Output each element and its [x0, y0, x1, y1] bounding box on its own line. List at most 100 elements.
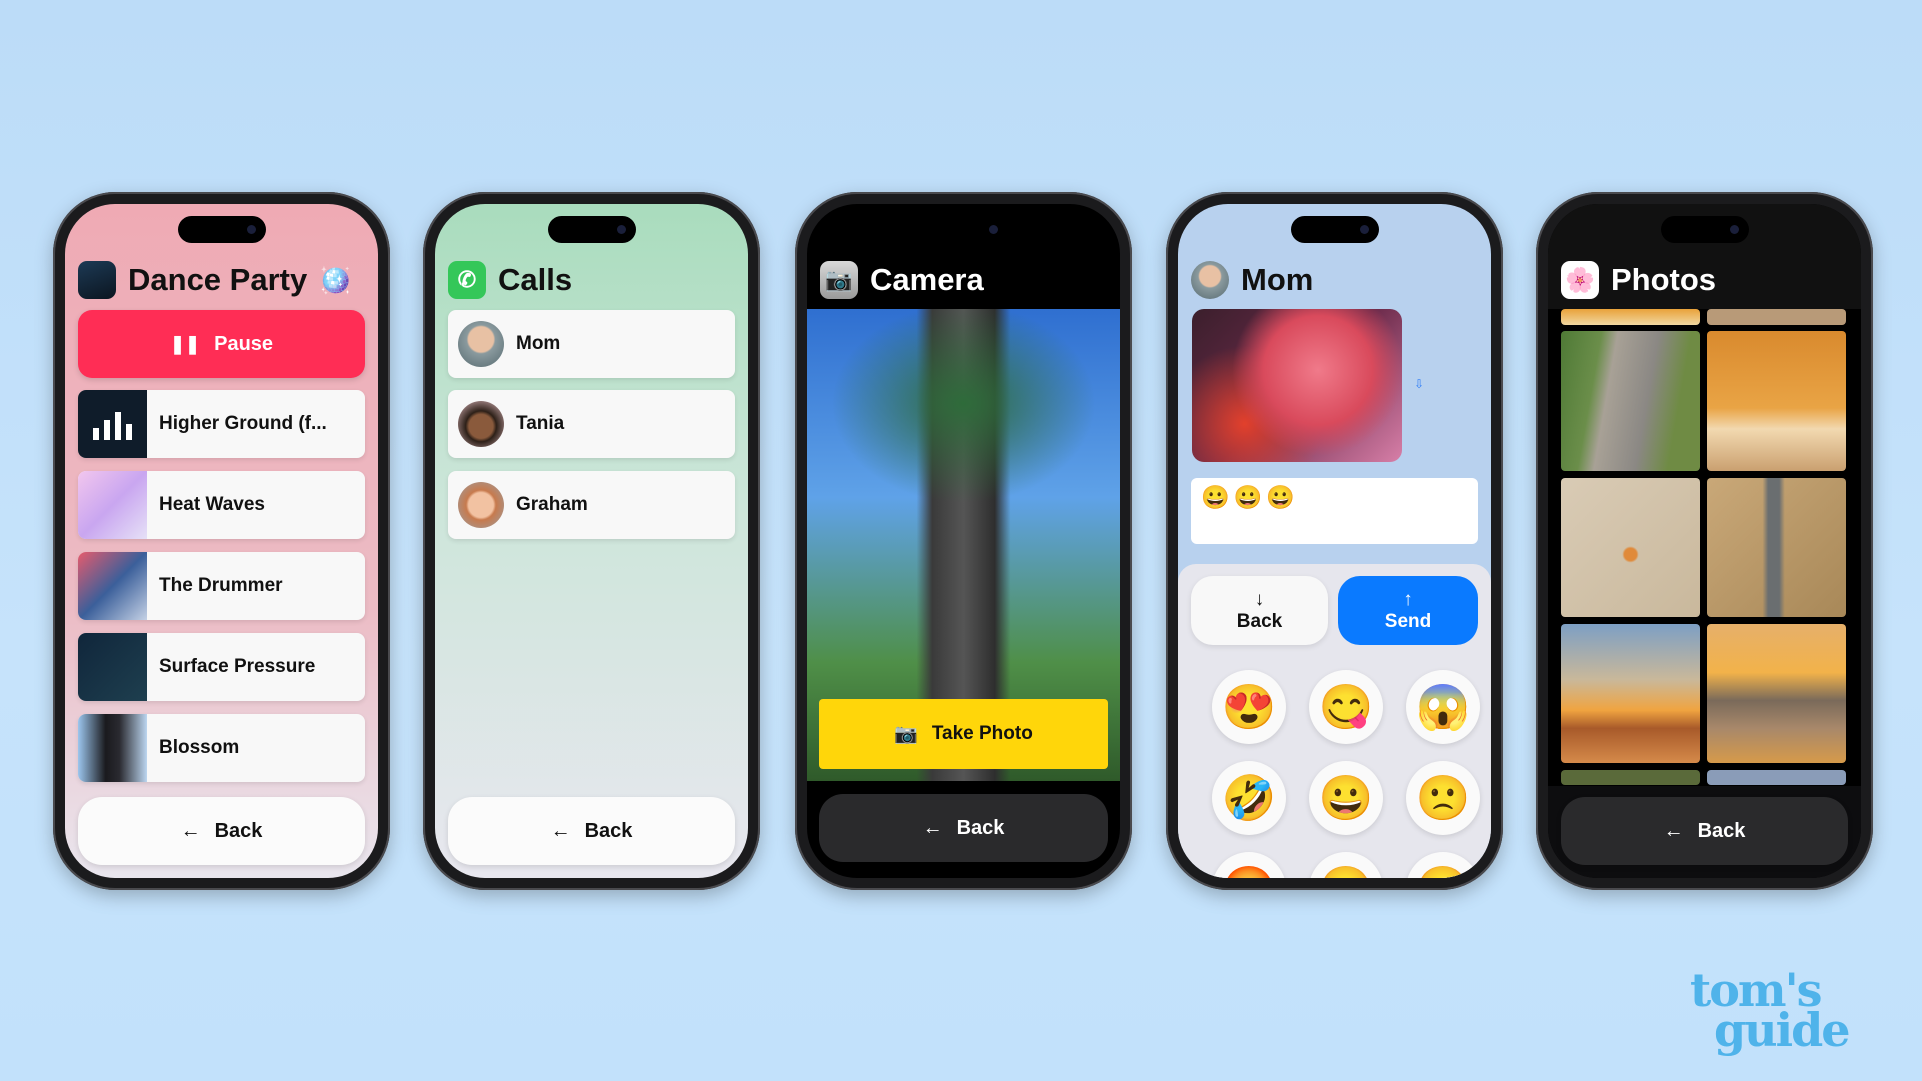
song-title: Heat Waves: [159, 494, 265, 515]
back-button[interactable]: ← Back: [1561, 797, 1848, 865]
calls-screen: ✆ Calls Mom Tania Graham ← Back: [435, 204, 748, 878]
message-input[interactable]: 😀😀😀: [1191, 478, 1478, 544]
music-header: Dance Party 🪩: [78, 260, 352, 300]
back-button[interactable]: ← Back: [78, 797, 365, 865]
now-playing-bars-icon: [78, 390, 147, 458]
contact-name: Graham: [516, 494, 588, 515]
disco-ball-icon: 🪩: [319, 264, 352, 295]
page-title: Calls: [498, 262, 573, 297]
song-title: The Drummer: [159, 575, 283, 596]
photos-app-icon: 🌸: [1561, 261, 1599, 299]
back-button[interactable]: ← Back: [448, 797, 735, 865]
photo-thumbnail[interactable]: [1561, 331, 1700, 471]
back-label: Back: [214, 819, 263, 842]
calls-header: ✆ Calls: [448, 260, 572, 300]
song-row[interactable]: Higher Ground (f...: [78, 390, 365, 458]
song-row[interactable]: Heat Waves: [78, 471, 365, 539]
photo-thumbnail[interactable]: [1561, 309, 1700, 325]
page-title: Photos: [1611, 262, 1717, 297]
back-label: Back: [1697, 819, 1746, 842]
messages-screen: Mom ⇩ 😀😀😀 ↓Back ↑Send 😍 😋 😱 🤣 😀 🙁 😡 😀 😀: [1178, 204, 1491, 878]
contact-row[interactable]: Mom: [448, 310, 735, 378]
take-photo-label: Take Photo: [931, 723, 1033, 744]
album-art: [78, 471, 147, 539]
logo-line-2: guide: [1714, 1003, 1851, 1057]
phone-calls: ✆ Calls Mom Tania Graham ← Back: [423, 192, 760, 890]
photo-thumbnail[interactable]: [1561, 770, 1700, 785]
contact-row[interactable]: Graham: [448, 471, 735, 539]
phone-music: Dance Party 🪩 ❚❚ Pause Higher Ground (f.…: [53, 192, 390, 890]
avatar: [458, 401, 504, 447]
avatar: [458, 321, 504, 367]
dynamic-island: [919, 216, 1008, 243]
page-title: Camera: [870, 262, 984, 297]
send-label: Send: [1384, 610, 1432, 632]
song-row[interactable]: Surface Pressure: [78, 633, 365, 701]
photo-thumbnail[interactable]: [1707, 770, 1846, 785]
photo-thumbnail[interactable]: [1561, 478, 1700, 617]
dynamic-island: [1660, 216, 1749, 243]
photo-thumbnail[interactable]: [1707, 624, 1846, 763]
received-photo[interactable]: [1192, 309, 1402, 462]
toms-guide-logo: tom's guide: [1690, 967, 1851, 1057]
dynamic-island: [1290, 216, 1379, 243]
album-art: [78, 633, 147, 701]
send-button[interactable]: ↑ Send: [1338, 576, 1478, 645]
photo-thumbnail[interactable]: [1707, 309, 1846, 325]
phone-messages: Mom ⇩ 😀😀😀 ↓Back ↑Send 😍 😋 😱 🤣 😀 🙁 😡 😀 😀: [1166, 192, 1503, 890]
arrow-left-icon: ←: [180, 819, 201, 842]
song-title: Blossom: [159, 737, 240, 758]
photos-screen: 🌸 Photos ← Back: [1548, 204, 1861, 878]
emoji-button[interactable]: 😍: [1212, 670, 1286, 744]
dynamic-island: [177, 216, 266, 243]
phone-icon: ✆: [448, 261, 486, 299]
phone-camera: 📷 Camera 📷 Take Photo ← Back: [795, 192, 1132, 890]
take-photo-button[interactable]: 📷 Take Photo: [819, 699, 1108, 769]
contact-name: Mom: [516, 333, 561, 354]
contact-avatar: [1191, 261, 1229, 299]
page-title: Mom: [1241, 262, 1314, 297]
camera-screen: 📷 Camera 📷 Take Photo ← Back: [807, 204, 1120, 878]
pause-label: Pause: [214, 332, 274, 355]
arrow-down-icon: ↓: [1254, 588, 1265, 610]
song-title: Higher Ground (f...: [159, 413, 327, 434]
pause-icon: ❚❚: [169, 333, 201, 354]
back-label: Back: [1236, 610, 1283, 632]
camera-app-icon: 📷: [820, 261, 858, 299]
photo-thumbnail[interactable]: [1707, 478, 1846, 617]
save-icon[interactable]: ⇩: [1410, 377, 1428, 395]
arrow-up-icon: ↑: [1403, 588, 1413, 610]
photos-header: 🌸 Photos: [1561, 260, 1716, 300]
arrow-left-icon: ←: [1663, 819, 1684, 842]
song-row[interactable]: Blossom: [78, 714, 365, 782]
emoji-button[interactable]: 😀: [1309, 761, 1383, 835]
album-art: [78, 552, 147, 620]
page-title: Dance Party: [128, 262, 308, 297]
emoji-button[interactable]: 🤣: [1212, 761, 1286, 835]
photo-thumbnail[interactable]: [1707, 331, 1846, 471]
album-art: [78, 714, 147, 782]
emoji-button[interactable]: 😋: [1309, 670, 1383, 744]
back-label: Back: [956, 816, 1005, 839]
back-button[interactable]: ← Back: [819, 794, 1108, 862]
dynamic-island: [547, 216, 636, 243]
playlist-artwork-icon: [78, 261, 116, 299]
song-row[interactable]: The Drummer: [78, 552, 365, 620]
emoji-button[interactable]: 😱: [1406, 670, 1480, 744]
arrow-left-icon: ←: [922, 816, 943, 839]
phone-photos: 🌸 Photos ← Back: [1536, 192, 1873, 890]
photo-thumbnail[interactable]: [1561, 624, 1700, 763]
camera-icon: 📷: [894, 724, 918, 745]
pause-button[interactable]: ❚❚ Pause: [78, 310, 365, 378]
music-screen: Dance Party 🪩 ❚❚ Pause Higher Ground (f.…: [65, 204, 378, 878]
back-label: Back: [584, 819, 633, 842]
emoji-button[interactable]: 🙁: [1406, 761, 1480, 835]
song-title: Surface Pressure: [159, 656, 316, 677]
arrow-left-icon: ←: [550, 819, 571, 842]
back-button[interactable]: ↓ Back: [1191, 576, 1328, 645]
messages-header: Mom: [1191, 260, 1313, 300]
avatar: [458, 482, 504, 528]
camera-header: 📷 Camera: [820, 260, 984, 300]
contact-row[interactable]: Tania: [448, 390, 735, 458]
contact-name: Tania: [516, 413, 565, 434]
